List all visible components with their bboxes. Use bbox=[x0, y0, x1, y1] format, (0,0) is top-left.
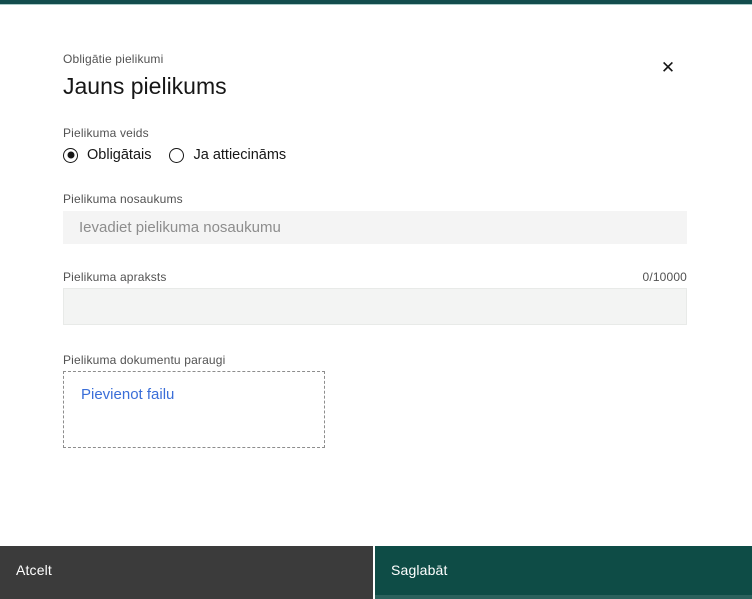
add-file-button[interactable]: Pievienot failu bbox=[81, 386, 174, 403]
attachment-name-input[interactable] bbox=[63, 211, 687, 244]
radio-option-label: Obligātais bbox=[87, 147, 151, 163]
attachment-name-label: Pielikuma nosaukums bbox=[63, 191, 183, 207]
modal-footer: Atcelt Saglabāt bbox=[0, 546, 752, 599]
file-upload-dropzone[interactable]: Pievienot failu bbox=[63, 371, 325, 448]
modal-title: Jauns pielikums bbox=[63, 72, 227, 100]
radio-unselected-icon[interactable] bbox=[169, 148, 184, 163]
document-samples-label: Pielikuma dokumentu paraugi bbox=[63, 352, 225, 368]
radio-option-label: Ja attiecināms bbox=[193, 147, 286, 163]
description-label-row: Pielikuma apraksts 0/10000 bbox=[63, 269, 687, 285]
close-icon: ✕ bbox=[661, 59, 675, 76]
radio-option-mandatory[interactable]: Obligātais bbox=[63, 147, 151, 163]
attachment-description-label: Pielikuma apraksts bbox=[63, 269, 167, 285]
modal-context-label: Obligātie pielikumi bbox=[63, 51, 163, 67]
radio-option-if-applicable[interactable]: Ja attiecināms bbox=[169, 147, 286, 163]
save-button[interactable]: Saglabāt bbox=[375, 546, 752, 599]
close-button[interactable]: ✕ bbox=[652, 51, 684, 83]
attachment-description-textarea[interactable] bbox=[63, 288, 687, 325]
page-top-bar bbox=[0, 0, 752, 5]
attachment-type-label: Pielikuma veids bbox=[63, 125, 149, 141]
character-counter: 0/10000 bbox=[643, 269, 688, 285]
radio-selected-icon[interactable] bbox=[63, 148, 78, 163]
attachment-type-radio-group: Obligātais Ja attiecināms bbox=[63, 145, 286, 165]
cancel-button[interactable]: Atcelt bbox=[0, 546, 375, 599]
new-attachment-modal: Obligātie pielikumi Jauns pielikums ✕ Pi… bbox=[0, 6, 752, 599]
